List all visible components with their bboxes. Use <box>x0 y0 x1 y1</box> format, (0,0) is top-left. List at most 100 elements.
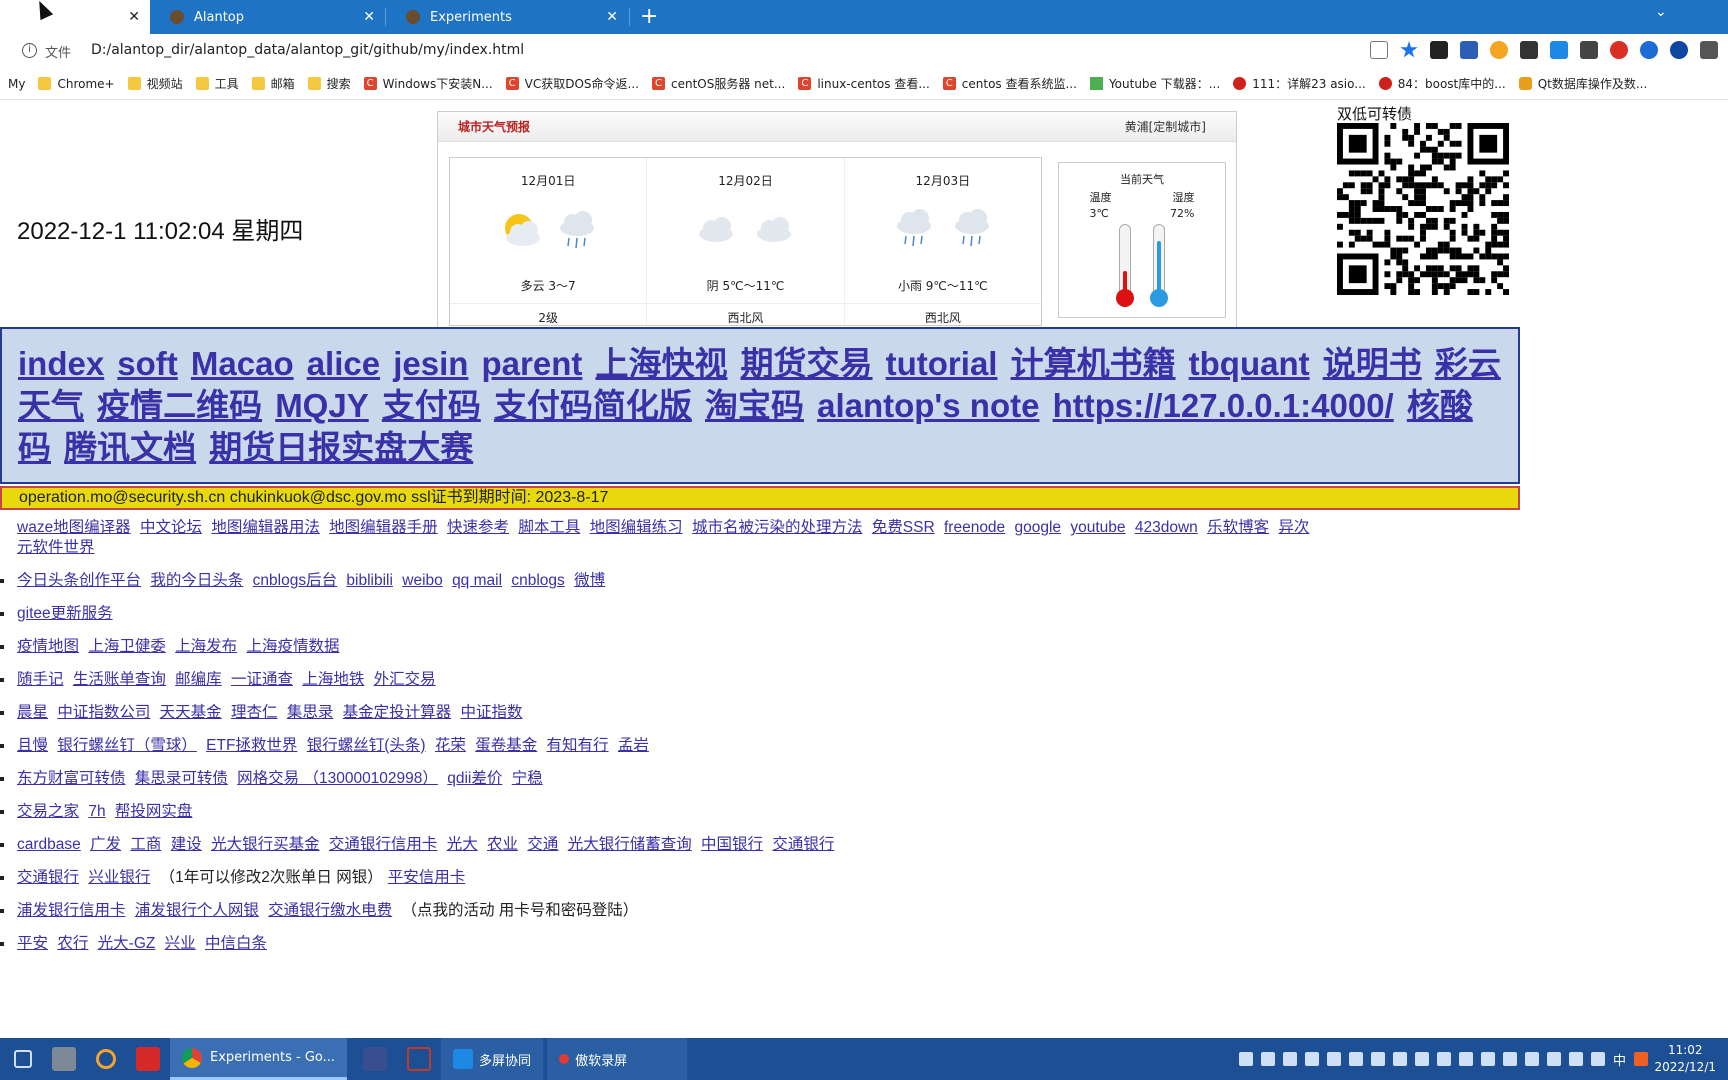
link[interactable]: 银行螺丝钉(头条) <box>307 737 426 754</box>
extension-back-icon[interactable] <box>1460 41 1478 59</box>
nav-link[interactable]: https://127.0.0.1:4000/ <box>1053 387 1394 424</box>
taskbar-clock[interactable]: 11:02 2022/12/1 <box>1654 1042 1716 1076</box>
link[interactable]: 快速参考 <box>447 519 509 536</box>
nav-link[interactable]: tutorial <box>886 345 998 382</box>
link[interactable]: 理杏仁 <box>231 704 278 721</box>
nav-link[interactable]: 支付码简化版 <box>494 387 692 424</box>
youdao-icon[interactable] <box>126 1038 170 1080</box>
link[interactable]: 宁稳 <box>512 770 543 787</box>
nav-link[interactable]: tbquant <box>1189 345 1310 382</box>
link[interactable]: 7h <box>88 803 105 820</box>
network-icon[interactable] <box>1502 1052 1517 1066</box>
nav-link[interactable]: index <box>18 345 104 382</box>
link[interactable]: 银行螺丝钉（雪球） <box>57 737 197 754</box>
tray-app-icon[interactable] <box>1458 1052 1473 1066</box>
tray-app-icon[interactable] <box>1282 1052 1297 1066</box>
link[interactable]: cnblogs后台 <box>253 572 337 589</box>
save-app-icon[interactable] <box>347 1038 397 1080</box>
bookmark-item[interactable]: Chrome+ <box>38 77 115 91</box>
nav-link[interactable]: soft <box>117 345 178 382</box>
link[interactable]: 东方财富可转债 <box>17 770 126 787</box>
extension-red-icon[interactable] <box>1610 41 1628 59</box>
ime-indicator[interactable]: 中 <box>1613 1050 1626 1069</box>
tray-app-icon[interactable] <box>1370 1052 1385 1066</box>
nav-link[interactable]: jesin <box>393 345 468 382</box>
link[interactable]: qq mail <box>452 572 502 589</box>
extension-01-icon[interactable] <box>1430 41 1448 59</box>
link[interactable]: 兴业 <box>165 935 196 952</box>
link[interactable]: 中信白条 <box>205 935 267 952</box>
link[interactable]: 蛋卷基金 <box>475 737 537 754</box>
close-tab-icon[interactable]: ✕ <box>606 9 618 25</box>
extension-v-icon[interactable] <box>1550 41 1568 59</box>
bookmark-star-icon[interactable] <box>1400 41 1418 58</box>
bookmark-item[interactable]: 邮箱 <box>251 75 295 92</box>
bookmark-item[interactable]: 84：boost库中的... <box>1378 75 1506 92</box>
extension-arrow-icon[interactable] <box>1580 41 1598 59</box>
bookmark-item[interactable]: Youtube 下载器：... <box>1089 75 1220 92</box>
link[interactable]: cnblogs <box>511 572 564 589</box>
link[interactable]: 中证指数公司 <box>57 704 150 721</box>
link[interactable]: biblibili <box>346 572 393 589</box>
bookmark-item[interactable]: My <box>8 77 25 91</box>
link[interactable]: 疫情地图 <box>17 638 79 655</box>
bookmark-item[interactable]: 搜索 <box>307 75 351 92</box>
link[interactable]: 集思录可转债 <box>135 770 228 787</box>
link[interactable]: youtube <box>1070 519 1125 536</box>
tray-app-icon[interactable] <box>1348 1052 1363 1066</box>
tab-alantop[interactable]: Alantop ✕ <box>150 0 385 34</box>
extension-clock-icon[interactable] <box>1490 41 1508 59</box>
nav-link[interactable]: Macao <box>191 345 294 382</box>
link[interactable]: 交易之家 <box>17 803 79 820</box>
close-tab-icon[interactable]: ✕ <box>128 9 140 25</box>
wechat-icon[interactable] <box>1414 1052 1429 1066</box>
link[interactable]: 中证指数 <box>460 704 522 721</box>
nav-link[interactable]: 疫情二维码 <box>97 387 262 424</box>
link[interactable]: 423down <box>1135 519 1198 536</box>
link[interactable]: 上海地铁 <box>302 671 364 688</box>
bookmark-item[interactable]: C Windows下安装N... <box>363 75 493 92</box>
new-tab-icon[interactable]: + <box>640 4 658 29</box>
info-icon[interactable]: i <box>22 43 37 58</box>
link[interactable]: 中国银行 <box>701 836 763 853</box>
link[interactable]: 交通银行 <box>772 836 834 853</box>
link[interactable]: 交通银行 <box>17 869 79 886</box>
bluetooth-icon[interactable] <box>1238 1052 1253 1066</box>
volume-icon[interactable] <box>1568 1052 1583 1066</box>
link[interactable]: qdii差价 <box>447 770 502 787</box>
extension-grid-icon[interactable] <box>1520 41 1538 59</box>
link[interactable]: 平安 <box>17 935 48 952</box>
link[interactable]: 浦发银行信用卡 <box>17 902 126 919</box>
link[interactable]: 浦发银行个人网银 <box>135 902 259 919</box>
link[interactable]: google <box>1015 519 1062 536</box>
link[interactable]: 农业 <box>487 836 518 853</box>
link[interactable]: 孟岩 <box>618 737 649 754</box>
bookmark-item[interactable]: Clinux-centos 查看... <box>798 75 930 92</box>
taskbar-app-multiscreen[interactable]: 多屏协同 <box>441 1038 544 1080</box>
extension-blue-icon[interactable] <box>1670 41 1688 59</box>
link[interactable]: weibo <box>402 572 443 589</box>
bookmark-item[interactable]: C VC获取DOS命令返... <box>505 75 639 92</box>
link[interactable]: 兴业银行 <box>88 869 150 886</box>
link[interactable]: 帮投网实盘 <box>115 803 193 820</box>
link[interactable]: 脚本工具 <box>518 519 580 536</box>
link[interactable]: 基金定投计算器 <box>343 704 452 721</box>
link[interactable]: 光大银行储蓄查询 <box>568 836 692 853</box>
link[interactable]: 光大银行买基金 <box>211 836 320 853</box>
tab-search-chevron-icon[interactable]: ⌄ <box>1655 4 1667 20</box>
link[interactable]: 微博 <box>574 572 605 589</box>
link[interactable]: 今日头条创作平台 <box>17 572 141 589</box>
link[interactable]: waze地图编译器 <box>17 519 131 536</box>
share-icon[interactable] <box>1370 41 1388 59</box>
tools-icon[interactable] <box>42 1038 86 1080</box>
link[interactable]: 天天基金 <box>160 704 222 721</box>
link[interactable]: 上海发布 <box>175 638 237 655</box>
link[interactable]: freenode <box>944 519 1005 536</box>
link[interactable]: 广发 <box>90 836 121 853</box>
link[interactable]: 上海疫情数据 <box>246 638 339 655</box>
gmail-icon[interactable] <box>1436 1052 1451 1066</box>
link[interactable]: 晨星 <box>17 704 48 721</box>
nav-link[interactable]: 期货日报实盘大赛 <box>209 429 473 466</box>
nav-link[interactable]: 期货交易 <box>741 345 873 382</box>
link[interactable]: 生活账单查询 <box>73 671 166 688</box>
